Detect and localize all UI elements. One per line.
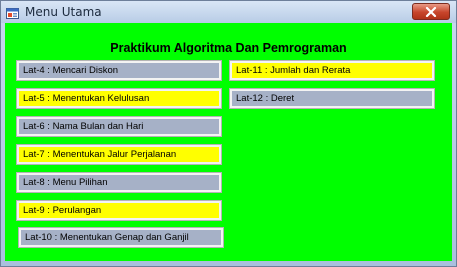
lat6-button[interactable]: Lat-6 : Nama Bulan dan Hari [16,116,222,137]
lat4-button[interactable]: Lat-4 : Mencari Diskon [16,60,222,81]
main-window: Menu Utama Praktikum Algoritma Dan Pemro… [0,0,457,267]
lat11-button[interactable]: Lat-11 : Jumlah dan Rerata [229,60,435,81]
lat10-button[interactable]: Lat-10 : Menentukan Genap dan Ganjil [18,227,224,248]
close-icon [425,7,437,17]
lat12-button[interactable]: Lat-12 : Deret [229,88,435,109]
lat7-button[interactable]: Lat-7 : Menentukan Jalur Perjalanan [16,144,222,165]
client-area: Praktikum Algoritma Dan Pemrograman Lat-… [5,23,452,261]
lat9-button[interactable]: Lat-9 : Perulangan [16,200,222,221]
title-bar[interactable]: Menu Utama [1,1,456,23]
close-button[interactable] [412,3,450,20]
page-title: Praktikum Algoritma Dan Pemrograman [110,41,347,55]
lat8-button[interactable]: Lat-8 : Menu Pilihan [16,172,222,193]
window-title: Menu Utama [25,5,102,19]
form-icon[interactable] [6,5,19,19]
lat5-button[interactable]: Lat-5 : Menentukan Kelulusan [16,88,222,109]
